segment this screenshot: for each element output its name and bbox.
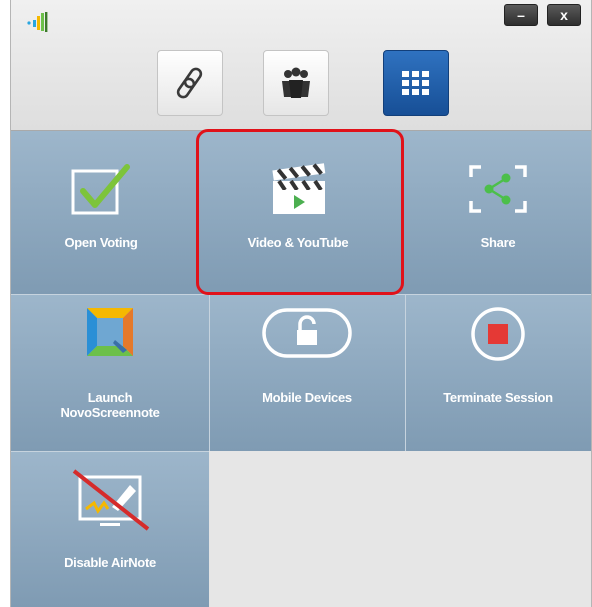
divider xyxy=(405,294,406,451)
video-youtube-label: Video & YouTube xyxy=(247,235,349,250)
airnote-disabled-icon xyxy=(72,469,150,531)
open-voting-tile[interactable]: Open Voting xyxy=(11,131,191,294)
app-logo-icon xyxy=(27,12,48,32)
empty-grid-area xyxy=(210,451,591,607)
disable-airnote-tile[interactable]: Disable AirNote xyxy=(11,451,209,607)
apps-mode-button[interactable] xyxy=(383,50,449,116)
link-mode-button[interactable] xyxy=(157,50,223,116)
minimize-button[interactable]: – xyxy=(504,4,538,26)
launch-label-line1: Launch xyxy=(87,390,133,405)
novoscreennote-icon xyxy=(87,308,133,356)
close-button[interactable]: x xyxy=(547,4,581,26)
group-icon xyxy=(282,67,310,98)
launch-label-line2: NovoScreennote xyxy=(60,405,160,420)
group-mode-button[interactable] xyxy=(263,50,329,116)
share-label: Share xyxy=(480,235,516,250)
terminate-session-label: Terminate Session xyxy=(443,390,553,405)
divider xyxy=(11,451,209,452)
share-tile[interactable]: Share xyxy=(405,131,591,294)
stop-icon xyxy=(471,307,525,361)
mobile-devices-label: Mobile Devices xyxy=(262,390,352,405)
divider xyxy=(11,294,591,295)
terminate-session-tile[interactable]: Terminate Session xyxy=(405,294,591,451)
unlock-icon xyxy=(262,308,352,358)
divider xyxy=(209,294,210,451)
novo-app-window: – x Open Voting Video & YouTube Share La… xyxy=(10,0,592,607)
apps-grid: Open Voting Video & YouTube Share Launch… xyxy=(11,131,591,607)
share-icon xyxy=(469,165,527,213)
top-toolbar: – x xyxy=(11,0,591,131)
apps-grid-icon xyxy=(402,71,429,95)
video-youtube-tile[interactable]: Video & YouTube xyxy=(191,131,405,294)
disable-airnote-label: Disable AirNote xyxy=(64,555,156,570)
open-voting-label: Open Voting xyxy=(64,235,138,250)
clapperboard-icon xyxy=(272,163,326,214)
launch-screennote-tile[interactable]: Launch NovoScreennote xyxy=(11,294,209,451)
mobile-devices-tile[interactable]: Mobile Devices xyxy=(209,294,405,451)
voting-check-icon xyxy=(71,164,130,215)
link-icon xyxy=(176,67,203,99)
